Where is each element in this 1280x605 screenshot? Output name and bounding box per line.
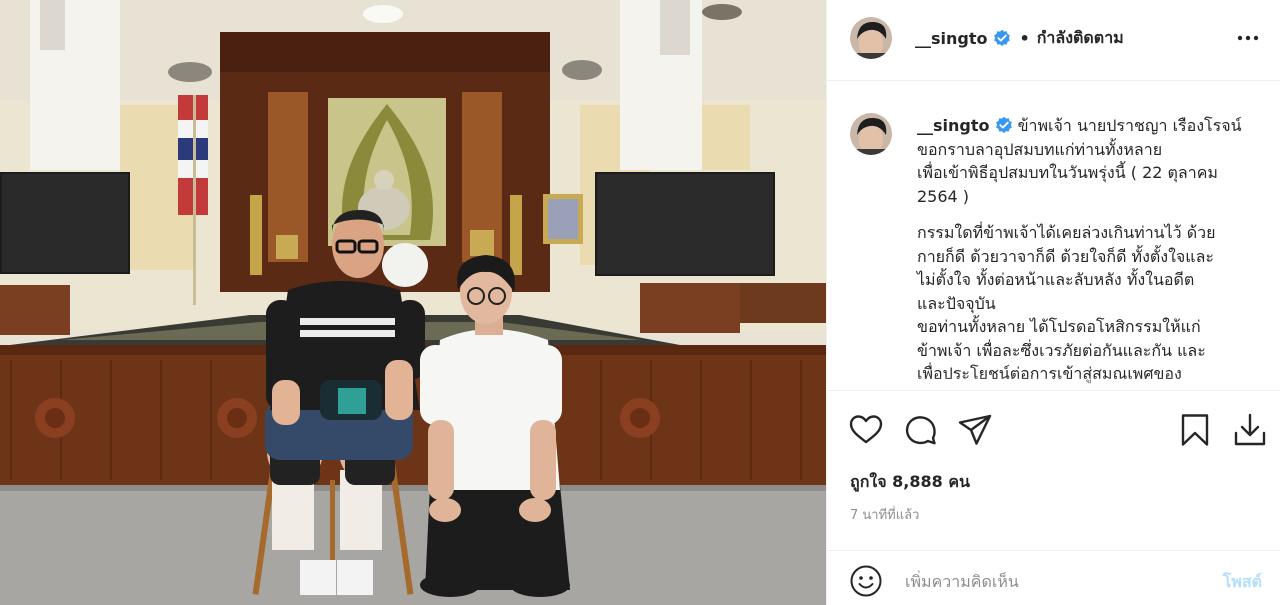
header-line: __singto • กำลังติดตาม [915, 27, 1124, 49]
author-username[interactable]: __singto [915, 29, 988, 48]
caption-paragraph-2: กรรมใดที่ข้าพเจ้าได้เคยล่วงเกินท่านไว้ ด… [917, 223, 1216, 383]
author-avatar[interactable] [850, 17, 892, 59]
likes-count[interactable]: ถูกใจ 8,888 คน [850, 470, 970, 495]
post-side-panel: __singto • กำลังติดตาม __singto ข้าพเจ้า… [826, 0, 1280, 605]
heart-icon[interactable] [848, 412, 884, 448]
caption-text: __singto ข้าพเจ้า นายปราชญา เรืองโรจน์ ข… [917, 114, 1269, 386]
more-options-icon[interactable] [1235, 27, 1261, 49]
caption-area: __singto ข้าพเจ้า นายปราชญา เรืองโรจน์ ข… [827, 81, 1280, 390]
following-button[interactable]: กำลังติดตาม [1037, 26, 1124, 51]
comment-icon[interactable] [902, 412, 938, 448]
comment-box: โพสต์ [827, 550, 1280, 605]
share-icon[interactable] [957, 412, 993, 448]
download-icon[interactable] [1232, 412, 1268, 448]
post-photo[interactable] [0, 0, 826, 605]
emoji-icon[interactable] [849, 564, 883, 598]
caption-fade [827, 376, 1280, 390]
verified-badge-icon [993, 29, 1010, 46]
post-image [0, 0, 826, 605]
caption-avatar[interactable] [850, 113, 892, 155]
verified-badge-icon [995, 116, 1012, 133]
separator-dot: • [1019, 28, 1030, 48]
post-comment-button[interactable]: โพสต์ [1223, 570, 1262, 595]
post-actions: ถูกใจ 8,888 คน 7 นาทีที่แล้ว [827, 390, 1280, 550]
caption-username[interactable]: __singto [917, 116, 990, 135]
comment-input[interactable] [905, 567, 1195, 595]
bookmark-icon[interactable] [1177, 412, 1213, 448]
post-header: __singto • กำลังติดตาม [827, 0, 1280, 81]
post-time[interactable]: 7 นาทีที่แล้ว [850, 504, 919, 525]
